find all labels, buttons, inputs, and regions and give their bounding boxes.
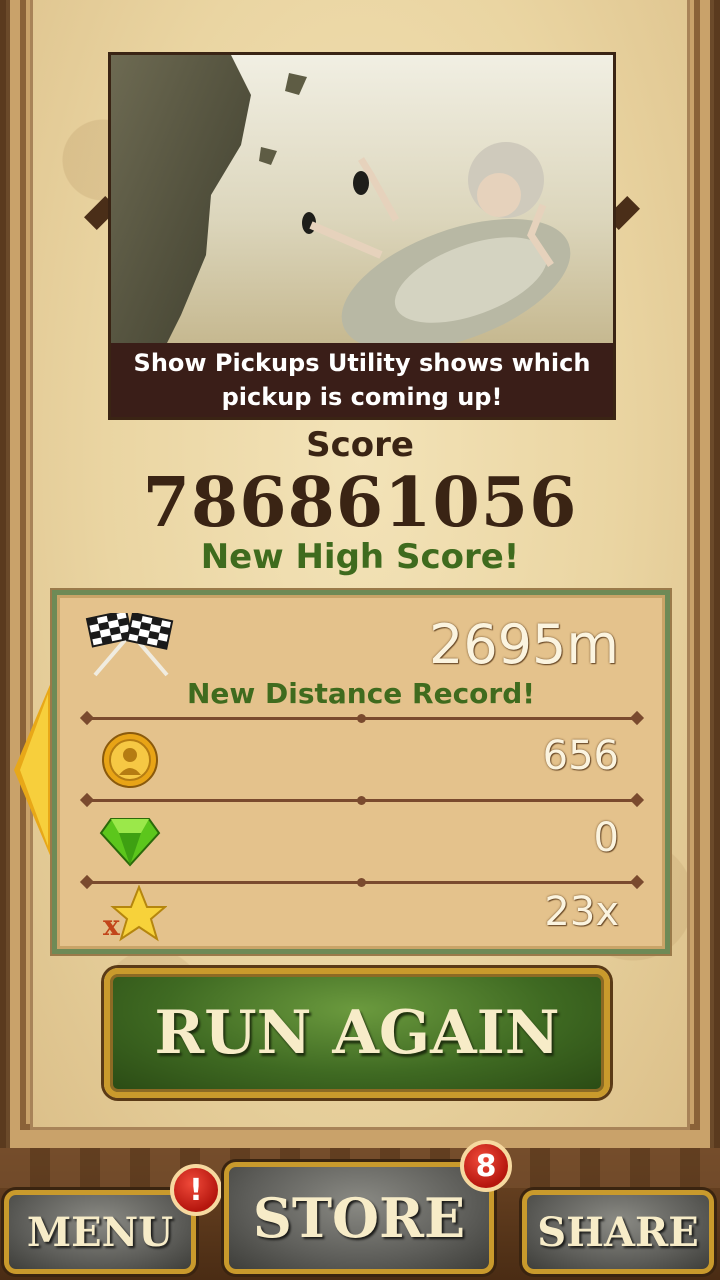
new-high-score-text: New High Score! xyxy=(200,537,520,577)
tip-video-panel: Show Pickups Utility shows which pickup … xyxy=(108,52,616,420)
store-label: STORE xyxy=(252,1186,466,1250)
multiplier-value: 23x xyxy=(544,889,619,935)
divider xyxy=(87,796,637,805)
divider xyxy=(87,878,637,887)
menu-button[interactable]: MENU xyxy=(4,1190,196,1274)
store-button[interactable]: STORE xyxy=(224,1162,494,1274)
coins-value: 656 xyxy=(542,733,619,779)
multiplier-x-letter: x xyxy=(103,909,120,942)
multiplier-row: x 23x xyxy=(57,885,665,955)
score-value: 786861056 xyxy=(142,463,578,543)
score-label: Score xyxy=(306,425,414,465)
stats-panel: 2695m New Distance Record! 656 0 x 23x xyxy=(52,590,670,954)
new-distance-record-text: New Distance Record! xyxy=(186,677,536,710)
gems-value: 0 xyxy=(593,815,619,861)
checkered-flags-icon xyxy=(85,613,174,677)
run-again-label: RUN AGAIN xyxy=(154,998,560,1068)
share-button[interactable]: SHARE xyxy=(522,1190,714,1274)
gems-row: 0 xyxy=(57,803,665,881)
menu-alert-badge: ! xyxy=(170,1164,222,1216)
tip-caption: Show Pickups Utility shows which pickup … xyxy=(111,343,613,417)
coin-icon xyxy=(102,732,158,788)
share-label: SHARE xyxy=(537,1208,699,1256)
store-count-badge: 8 xyxy=(460,1140,512,1192)
coins-row: 656 xyxy=(57,721,665,799)
back-arrow-icon[interactable] xyxy=(14,680,52,860)
divider xyxy=(87,714,637,723)
menu-label: MENU xyxy=(26,1208,174,1256)
green-gem-icon xyxy=(99,818,161,867)
distance-value: 2695m xyxy=(428,613,619,676)
run-again-button[interactable]: RUN AGAIN xyxy=(104,968,610,1098)
distance-row: 2695m New Distance Record! xyxy=(57,595,665,713)
